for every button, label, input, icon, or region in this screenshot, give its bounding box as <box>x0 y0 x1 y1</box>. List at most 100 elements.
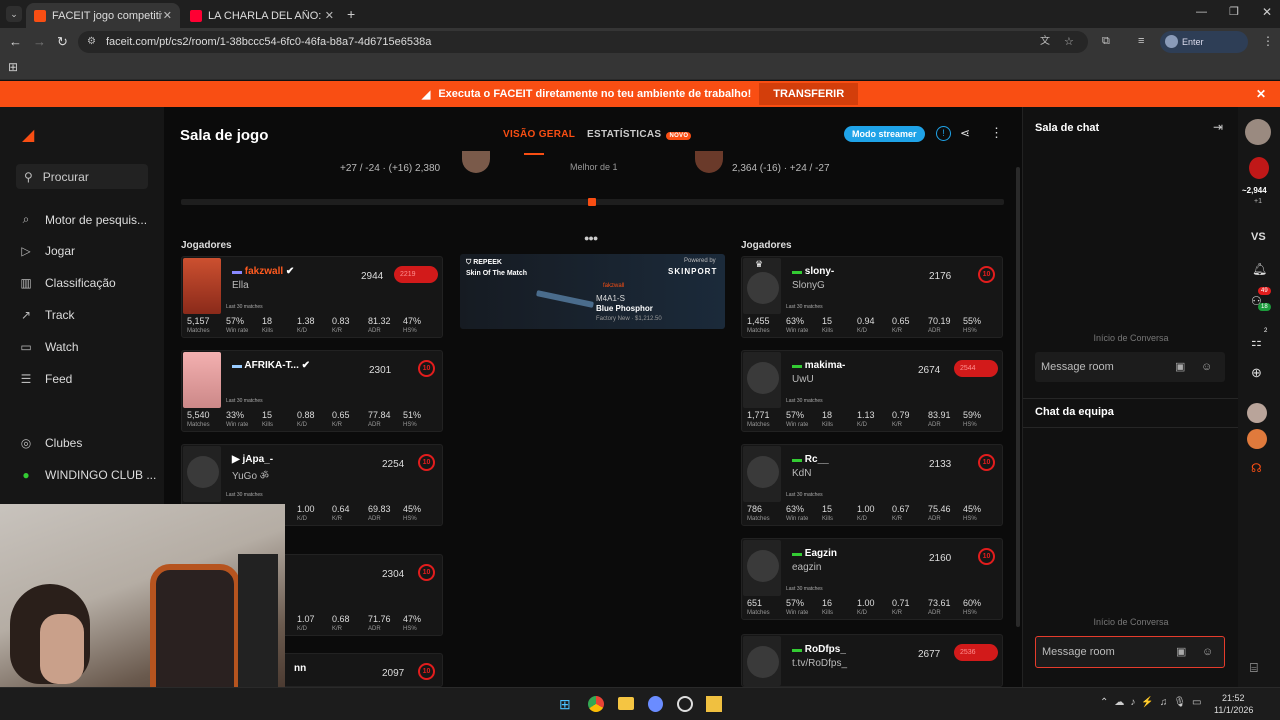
verified-icon: ✔ <box>301 360 311 371</box>
headset-icon[interactable]: ☊ <box>1251 461 1262 475</box>
player-name[interactable]: nn <box>294 663 306 674</box>
player-card[interactable]: ♛ ▬ slony- SlonyG 2176 10 Last 30 matche… <box>741 256 1003 338</box>
sidebar-item-classificacao[interactable]: ▥ Classificação <box>18 276 115 290</box>
player-name[interactable]: ▶ jApa_- <box>232 454 273 465</box>
player-card[interactable]: ▬ Eagzin eagzin 2160 10 Last 30 matches … <box>741 538 1003 620</box>
player-name[interactable]: ▬ slony- <box>792 266 834 277</box>
stat-adr: 71.76 ADR <box>368 614 391 632</box>
share-icon[interactable]: ⋖ <box>960 126 970 140</box>
streamer-face <box>40 614 84 684</box>
browser-menu-icon[interactable]: ⋮ <box>1262 34 1274 48</box>
room-message-input[interactable]: Message room ▣ ☺ <box>1035 352 1225 382</box>
sidebar-search[interactable]: ⚲ Procurar <box>16 164 148 189</box>
sidebar-item-jogar[interactable]: ▷ Jogar <box>18 244 75 258</box>
team-message-input[interactable]: Message room ▣ ☺ <box>1035 636 1225 668</box>
player-card[interactable]: ▬ Rc__ KdN 2133 10 Last 30 matches 786 Ma… <box>741 444 1003 526</box>
add-icon[interactable]: ⊕ <box>1251 365 1262 381</box>
sidebar-item-clubes[interactable]: ◎ Clubes <box>18 436 83 450</box>
skin-price: Factory New · $1,212.50 <box>596 316 662 322</box>
image-upload-icon[interactable]: ▣ <box>1175 352 1185 382</box>
level-badge: 10 <box>978 266 995 283</box>
player-elo: 2304 <box>382 569 405 580</box>
player-name[interactable]: ▬ Eagzin <box>792 548 837 559</box>
chrome-icon[interactable] <box>588 696 604 712</box>
app-icon[interactable] <box>677 696 693 712</box>
info-icon[interactable]: ! <box>936 126 951 141</box>
app-icon[interactable] <box>648 696 663 712</box>
reload-icon[interactable]: ↻ <box>57 34 68 50</box>
back-icon[interactable]: ← <box>9 34 22 49</box>
player-name[interactable]: ▬ makima- <box>792 360 845 371</box>
player-name[interactable]: ▬ Rc__ <box>792 454 829 465</box>
youtube-favicon-icon <box>190 9 202 22</box>
stat-kd: 1.00 K/D <box>857 504 875 522</box>
faceit-logo-icon[interactable]: ◢ <box>22 125 34 145</box>
player-name[interactable]: ▬ AFRIKA-T... ✔ <box>232 360 310 371</box>
user-avatar[interactable] <box>1245 119 1271 145</box>
tab-statistics[interactable]: ESTATÍSTICAS NOVO <box>587 129 692 140</box>
clock-time[interactable]: 21:52 <box>1222 693 1245 703</box>
minimize-icon[interactable]: — <box>1196 6 1207 18</box>
scrollbar[interactable] <box>1016 167 1020 627</box>
player-card[interactable]: ▬ makima- UwU 2674 2544 Last 30 matches … <box>741 350 1003 432</box>
tab-search-button[interactable]: ⌄ <box>6 6 22 22</box>
collapse-chat-icon[interactable]: ⇥ <box>1213 120 1223 134</box>
reading-list-icon[interactable]: ≡ <box>1138 35 1144 47</box>
emoji-icon[interactable]: ☺ <box>1201 352 1212 382</box>
sidebar-item-motor[interactable]: ⌕ Motor de pesquis... <box>18 212 147 227</box>
clock-date[interactable]: 11/1/2026 <box>1214 705 1253 715</box>
stat-kills: 16 Kills <box>822 598 834 616</box>
friend-avatar[interactable] <box>1247 429 1267 449</box>
download-button[interactable]: TRANSFERIR <box>759 83 859 105</box>
extensions-icon[interactable]: ⧉ <box>1102 35 1110 48</box>
banner-text: Executa o FACEIT diretamente no teu ambi… <box>438 88 752 100</box>
friend-avatar[interactable] <box>1247 403 1267 423</box>
sidebar-item-feed[interactable]: ☰ Feed <box>18 372 73 386</box>
start-icon[interactable]: ⊞ <box>559 696 571 713</box>
skin-of-the-match-card[interactable]: ⛉ REPEEK Skin Of The Match Powered by SK… <box>460 254 725 329</box>
team-chat-toggle-icon[interactable]: ⌸ <box>1250 660 1258 676</box>
player-card[interactable]: ▬ RoDfps_ t.tv/RoDfps_ 2677 2536 <box>741 634 1003 687</box>
close-icon[interactable]: ✕ <box>163 9 172 22</box>
new-tab-icon[interactable]: + <box>347 6 355 22</box>
more-options-icon[interactable]: ⋮ <box>990 125 1003 141</box>
window-close-icon[interactable]: ✕ <box>1262 5 1272 19</box>
site-info-icon[interactable]: ⚙ <box>87 31 96 53</box>
passphrase-button[interactable]: Enter passphrase <box>1160 31 1248 69</box>
tab-overview[interactable]: VISÃO GERAL <box>503 129 575 140</box>
sidebar-item-windingo[interactable]: ● WINDINGO CLUB ... <box>18 468 156 482</box>
streamer-mode-button[interactable]: Modo streamer <box>844 126 925 142</box>
banner-close-icon[interactable]: ✕ <box>1256 87 1266 101</box>
versus-label[interactable]: VS <box>1251 231 1266 243</box>
party-icon[interactable]: ⚏ <box>1251 335 1262 349</box>
browser-tab-bar: ⌄ FACEIT jogo competitivo - F ✕ LA CHARL… <box>0 0 1280 28</box>
tray-icons[interactable]: ⌃☁♪⚡♫🎙︎▭ <box>1100 697 1207 708</box>
apps-grid-icon[interactable]: ⊞ <box>8 60 18 74</box>
stat-winrate: 57% Win rate <box>226 316 249 334</box>
address-bar[interactable]: ⚙ faceit.com/pt/cs2/room/1-38bccc54-6fc0… <box>78 31 1088 53</box>
player-nickname: YuGo ॐ <box>232 471 269 482</box>
file-explorer-icon[interactable] <box>618 697 634 710</box>
player-nickname: t.tv/RoDfps_ <box>792 658 848 669</box>
sidebar-item-label: WINDINGO CLUB ... <box>45 468 157 482</box>
sidebar-item-track[interactable]: ↗ Track <box>18 308 75 322</box>
app-icon[interactable] <box>706 696 722 712</box>
player-name[interactable]: ▬ RoDfps_ <box>792 644 846 655</box>
player-name[interactable]: ▬ fakzwall ✔ <box>232 266 294 277</box>
stat-kr: 0.79 K/R <box>892 410 910 428</box>
sidebar-item-watch[interactable]: ▭ Watch <box>18 340 78 354</box>
bookmark-star-icon[interactable]: ☆ <box>1064 31 1074 53</box>
player-card[interactable]: ▬ AFRIKA-T... ✔ 2301 10 Last 30 matches … <box>181 350 443 432</box>
bell-icon[interactable]: 🔔︎ <box>1252 262 1267 276</box>
emoji-icon[interactable]: ☺ <box>1202 637 1213 667</box>
player-card[interactable]: ▬ fakzwall ✔ Ella 2944 2219 Last 30 matc… <box>181 256 443 338</box>
translate-icon[interactable]: 文 <box>1040 31 1050 53</box>
image-upload-icon[interactable]: ▣ <box>1176 637 1186 667</box>
skill-level-icon[interactable] <box>1249 157 1269 179</box>
browser-tab-faceit[interactable]: FACEIT jogo competitivo - F ✕ <box>26 3 180 28</box>
browser-tab-youtube[interactable]: LA CHARLA DEL AÑO: MESSI E ✕ <box>182 3 342 28</box>
close-icon[interactable]: ✕ <box>325 9 334 22</box>
forward-icon[interactable]: → <box>33 34 46 49</box>
maximize-icon[interactable]: ❐ <box>1229 5 1239 18</box>
player-avatar <box>183 352 221 408</box>
